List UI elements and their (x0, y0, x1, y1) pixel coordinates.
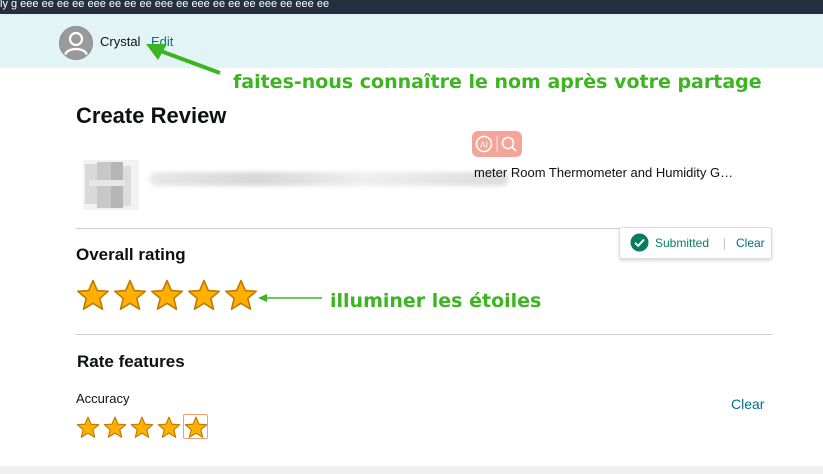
name-arrow-line (157, 48, 221, 75)
submitted-label: Submitted (655, 236, 710, 250)
star-3-icon[interactable] (150, 279, 184, 313)
check-circle-icon (630, 233, 649, 252)
page-title: Create Review (76, 103, 227, 128)
search-icon (501, 136, 517, 152)
footer-strip (0, 466, 823, 474)
clear-accuracy-link[interactable]: Clear (731, 396, 764, 412)
star-1-icon[interactable] (76, 279, 110, 313)
star-2-icon[interactable] (113, 279, 147, 313)
submitted-status-toast: Submitted | Clear (619, 227, 772, 259)
accuracy-star-4-icon[interactable] (157, 416, 181, 440)
star-focus-outline (183, 414, 208, 439)
blurred-product-name (150, 172, 508, 186)
accuracy-star-1-icon[interactable] (76, 416, 100, 440)
rate-features-heading: Rate features (77, 352, 185, 371)
svg-text:AI: AI (480, 140, 488, 150)
product-title: meter Room Thermometer and Humidity G… (474, 165, 734, 180)
feature-label-accuracy: Accuracy (76, 391, 130, 406)
product-thumbnail (83, 160, 139, 210)
accuracy-star-2-icon[interactable] (103, 416, 127, 440)
star-5-icon[interactable] (224, 279, 258, 313)
ai-badge[interactable]: AI (472, 131, 522, 157)
ai-icon: AI (475, 135, 493, 153)
separator: | (723, 236, 727, 250)
accuracy-star-3-icon[interactable] (130, 416, 154, 440)
overall-rating-stars (76, 279, 261, 313)
divider (76, 334, 772, 335)
annotation-stars-note: illuminer les étoiles (330, 290, 542, 312)
annotation-name-note: faites-nous connaître le nom après votre… (233, 71, 762, 93)
overall-rating-heading: Overall rating (76, 245, 186, 264)
star-4-icon[interactable] (187, 279, 221, 313)
clear-overall-rating-link[interactable]: Clear (736, 236, 765, 250)
